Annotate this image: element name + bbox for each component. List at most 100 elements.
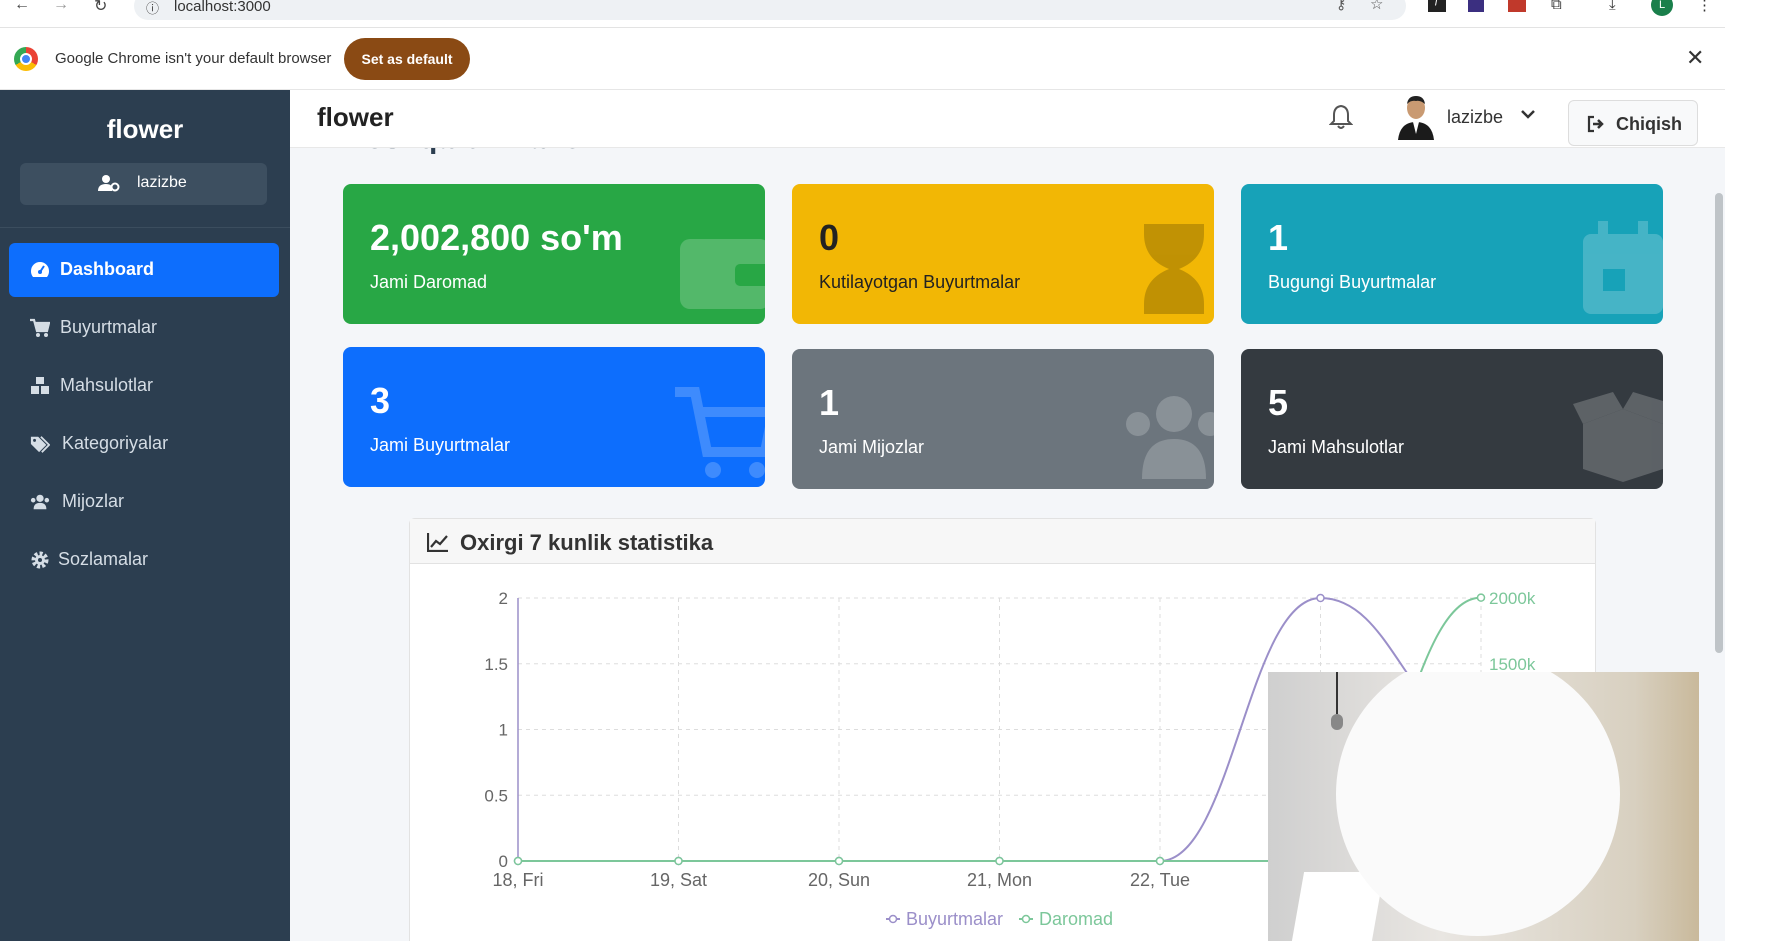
profile-avatar[interactable]: L (1651, 0, 1673, 16)
sidebar-user: lazizbe (20, 163, 267, 205)
stat-label: Jami Mahsulotlar (1268, 437, 1405, 457)
sidebar-brand: flower (106, 114, 184, 144)
data-point (995, 856, 1004, 866)
sidebar: flower lazizbe Dashboard Buyurtmalar Mah… (0, 90, 290, 941)
address-bar[interactable]: ⓘ localhost:3000 ⚷ ☆ (134, 0, 1406, 20)
stat-card-total-customers: 1 Jami Mijozlar (792, 349, 1214, 489)
set-default-button[interactable]: Set as default (344, 38, 470, 80)
bell-icon[interactable] (1329, 104, 1353, 130)
y-axis-tick-label: 2 (499, 589, 508, 608)
webcam-overlay (1268, 672, 1699, 941)
sidebar-item-settings[interactable]: Sozlamalar (9, 533, 279, 587)
webcam-detail (1336, 672, 1338, 714)
stat-value: 1 (1268, 217, 1289, 258)
data-point (1476, 593, 1486, 602)
stat-value: 1 (819, 382, 840, 423)
stat-value: 2,002,800 so'm (370, 217, 623, 258)
key-icon[interactable]: ⚷ (1336, 0, 1346, 13)
extension-icon[interactable] (1508, 0, 1526, 12)
stat-label: Jami Mijozlar (819, 437, 925, 457)
chart-title: Oxirgi 7 kunlik statistika (460, 530, 714, 555)
stat-value: 0 (819, 217, 840, 258)
x-axis-tick-label: 20, Sun (808, 870, 870, 890)
users-icon (1126, 396, 1214, 479)
chart-line-icon (427, 533, 448, 552)
y-right-axis-tick-label: 1500k (1489, 655, 1536, 674)
stat-card-total-orders: 3 Jami Buyurtmalar (343, 347, 765, 487)
x-axis-tick-label: 18, Fri (492, 870, 543, 890)
legend-label: Daromad (1039, 909, 1113, 929)
y-axis-tick-label: 1 (499, 721, 508, 740)
box-open-icon (1573, 392, 1663, 482)
extension-icon[interactable]: ƒ (1428, 0, 1446, 12)
default-browser-infobar: Google Chrome isn't your default browser… (0, 28, 1725, 90)
sidebar-item-categories[interactable]: Kategoriyalar (9, 417, 279, 471)
calendar-icon (1583, 221, 1663, 314)
forward-icon[interactable]: → (53, 0, 69, 14)
sidebar-item-label: Dashboard (60, 259, 155, 279)
window-edge (1725, 0, 1774, 941)
site-info-icon[interactable]: ⓘ (146, 0, 159, 17)
header-title: flower (317, 102, 394, 132)
back-icon[interactable]: ← (14, 0, 30, 14)
infobar-message: Google Chrome isn't your default browser (55, 50, 332, 67)
sidebar-item-customers[interactable]: Mijozlar (9, 475, 279, 529)
sidebar-item-label: Sozlamalar (58, 549, 149, 569)
sign-out-icon (1587, 115, 1604, 133)
wallet-icon (680, 239, 765, 309)
stat-card-revenue: 2,002,800 so'm Jami Daromad (343, 184, 765, 324)
data-point (834, 856, 844, 866)
stat-card-total-products: 5 Jami Mahsulotlar (1241, 349, 1663, 489)
users-icon (30, 494, 50, 510)
content-scrollbar[interactable] (1715, 193, 1723, 653)
data-point (674, 856, 683, 866)
logout-button[interactable]: Chiqish (1568, 100, 1698, 146)
sidebar-item-label: Mahsulotlar (60, 375, 154, 395)
sidebar-item-dashboard[interactable]: Dashboard (9, 243, 279, 297)
stat-value: 5 (1268, 382, 1289, 423)
download-icon[interactable]: ⤓ (1609, 0, 1616, 13)
y-axis-tick-label: 1.5 (484, 655, 508, 674)
reload-icon[interactable]: ↻ (94, 0, 107, 16)
boxes-icon (31, 377, 49, 394)
y-axis-tick-label: 0.5 (484, 786, 508, 805)
hourglass-icon (1144, 224, 1204, 314)
sidebar-item-orders[interactable]: Buyurtmalar (9, 301, 279, 355)
webcam-detail (1331, 714, 1343, 730)
url-text: localhost:3000 (174, 0, 271, 15)
data-point (1316, 593, 1325, 603)
data-point (513, 856, 523, 866)
x-axis-tick-label: 21, Mon (967, 870, 1032, 890)
menu-icon[interactable]: ⋮ (1697, 0, 1712, 14)
stat-label: Kutilayotgan Buyurtmalar (819, 272, 1021, 292)
cart-icon (30, 318, 50, 337)
chrome-logo-icon (14, 47, 38, 71)
stat-value: 3 (370, 380, 391, 421)
sidebar-item-products[interactable]: Mahsulotlar (9, 359, 279, 413)
header-username[interactable]: lazizbe (1447, 107, 1503, 128)
data-point (1155, 856, 1165, 866)
tachometer-icon (30, 262, 50, 277)
x-axis-tick-label: 19, Sat (650, 870, 707, 890)
close-icon[interactable]: ✕ (1686, 45, 1704, 71)
stat-label: Bugungi Buyurtmalar (1268, 272, 1437, 292)
puzzle-icon[interactable]: ⧉ (1551, 0, 1562, 13)
legend-marker (1021, 914, 1031, 924)
x-axis-tick-label: 22, Tue (1130, 870, 1190, 890)
star-icon[interactable]: ☆ (1370, 0, 1383, 13)
stat-label: Jami Daromad (370, 272, 488, 292)
extension-icon[interactable] (1468, 0, 1484, 12)
stat-card-pending-orders: 0 Kutilayotgan Buyurtmalar (792, 184, 1214, 324)
chevron-down-icon[interactable] (1520, 106, 1536, 122)
gear-icon (31, 551, 49, 569)
avatar[interactable] (1396, 94, 1436, 140)
user-cog-icon (98, 175, 120, 192)
cart-icon (675, 387, 765, 478)
stat-card-today-orders: 1 Bugungi Buyurtmalar (1241, 184, 1663, 324)
browser-toolbar: ← → ↻ ⓘ localhost:3000 ⚷ ☆ ƒ ⧉ ⤓ L ⋮ (0, 0, 1725, 28)
chart-card-header: Oxirgi 7 kunlik statistika (410, 519, 1595, 564)
sidebar-item-label: Buyurtmalar (60, 317, 158, 337)
sidebar-username: lazizbe (137, 174, 187, 191)
divider (0, 227, 290, 228)
y-axis-tick-label: 0 (499, 852, 508, 871)
